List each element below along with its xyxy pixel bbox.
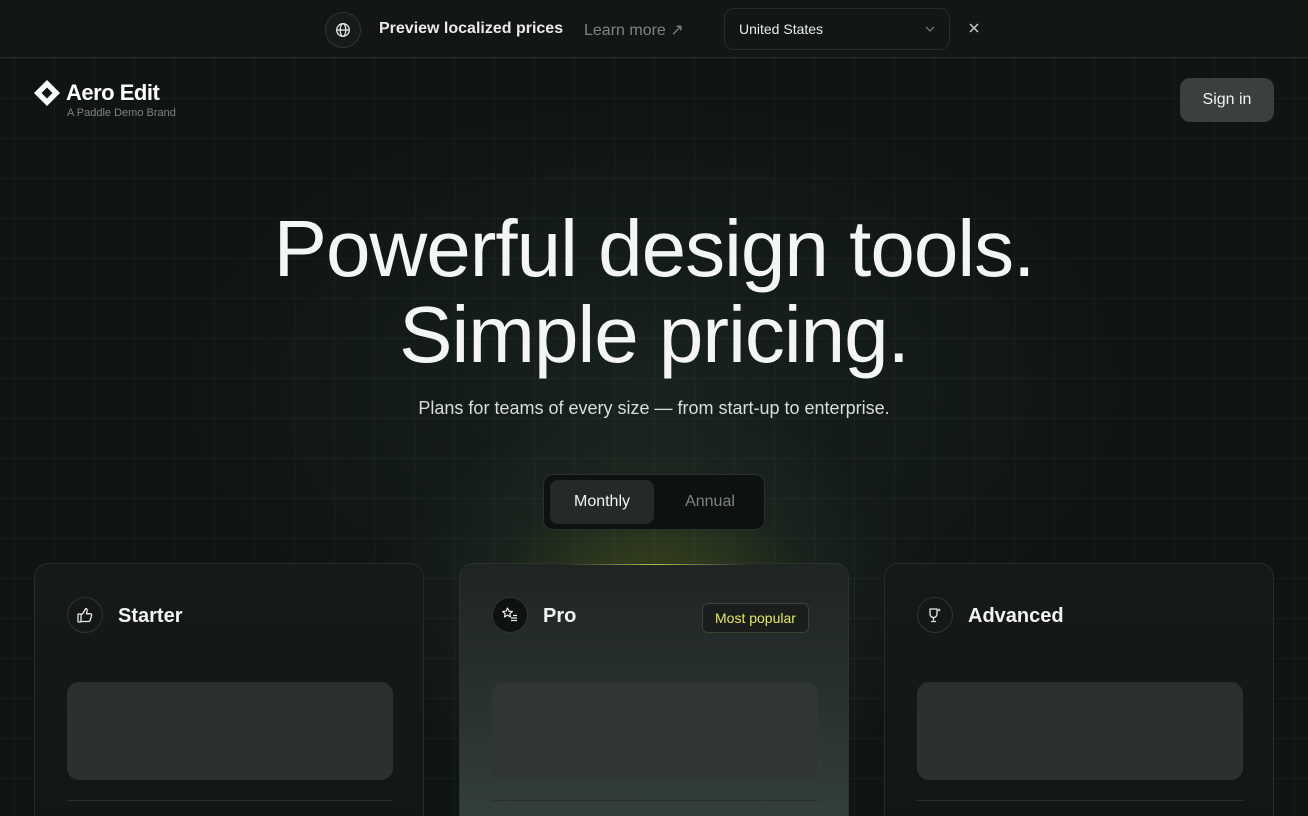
plan-card-starter: Starter bbox=[34, 563, 424, 816]
toggle-monthly[interactable]: Monthly bbox=[550, 480, 654, 524]
globe-icon bbox=[325, 12, 361, 48]
price-placeholder bbox=[917, 682, 1243, 780]
page-headline: Powerful design tools. Simple pricing. bbox=[0, 206, 1308, 378]
price-placeholder bbox=[492, 682, 818, 780]
banner-title: Preview localized prices bbox=[379, 20, 564, 37]
plan-name: Starter bbox=[118, 605, 183, 627]
sign-in-button[interactable]: Sign in bbox=[1180, 78, 1274, 122]
close-banner-button[interactable] bbox=[964, 18, 984, 38]
learn-more-link[interactable]: Learn more ↗ bbox=[584, 20, 684, 40]
headline-line-1: Powerful design tools. bbox=[273, 204, 1036, 293]
card-divider bbox=[67, 800, 393, 801]
headline-line-2: Simple pricing. bbox=[399, 290, 910, 379]
brand-logo[interactable]: Aero Edit bbox=[33, 79, 160, 107]
localization-banner: Preview localized prices Learn more ↗ Un… bbox=[0, 0, 1308, 58]
card-highlight bbox=[560, 564, 750, 565]
plan-name: Pro bbox=[543, 605, 577, 627]
plan-card-advanced: Advanced bbox=[884, 563, 1274, 816]
brand-subtitle: A Paddle Demo Brand bbox=[67, 107, 176, 119]
page-subheading: Plans for teams of every size — from sta… bbox=[418, 398, 890, 418]
billing-period-toggle: Monthly Annual bbox=[543, 474, 765, 530]
close-icon bbox=[969, 23, 979, 33]
card-divider bbox=[917, 800, 1243, 801]
star-list-icon bbox=[492, 597, 528, 633]
award-icon bbox=[917, 597, 953, 633]
logo-diamond-icon bbox=[34, 80, 60, 106]
thumbs-up-icon bbox=[67, 597, 103, 633]
toggle-annual[interactable]: Annual bbox=[658, 480, 762, 524]
chevron-down-icon bbox=[925, 26, 935, 32]
price-placeholder bbox=[67, 682, 393, 780]
country-select[interactable]: United States bbox=[724, 8, 950, 50]
plan-name: Advanced bbox=[968, 605, 1064, 627]
country-select-value: United States bbox=[739, 21, 824, 37]
card-divider bbox=[492, 800, 818, 801]
plan-card-pro: Pro Most popular bbox=[459, 563, 849, 816]
most-popular-badge: Most popular bbox=[702, 603, 809, 633]
brand-name: Aero Edit bbox=[66, 80, 160, 105]
